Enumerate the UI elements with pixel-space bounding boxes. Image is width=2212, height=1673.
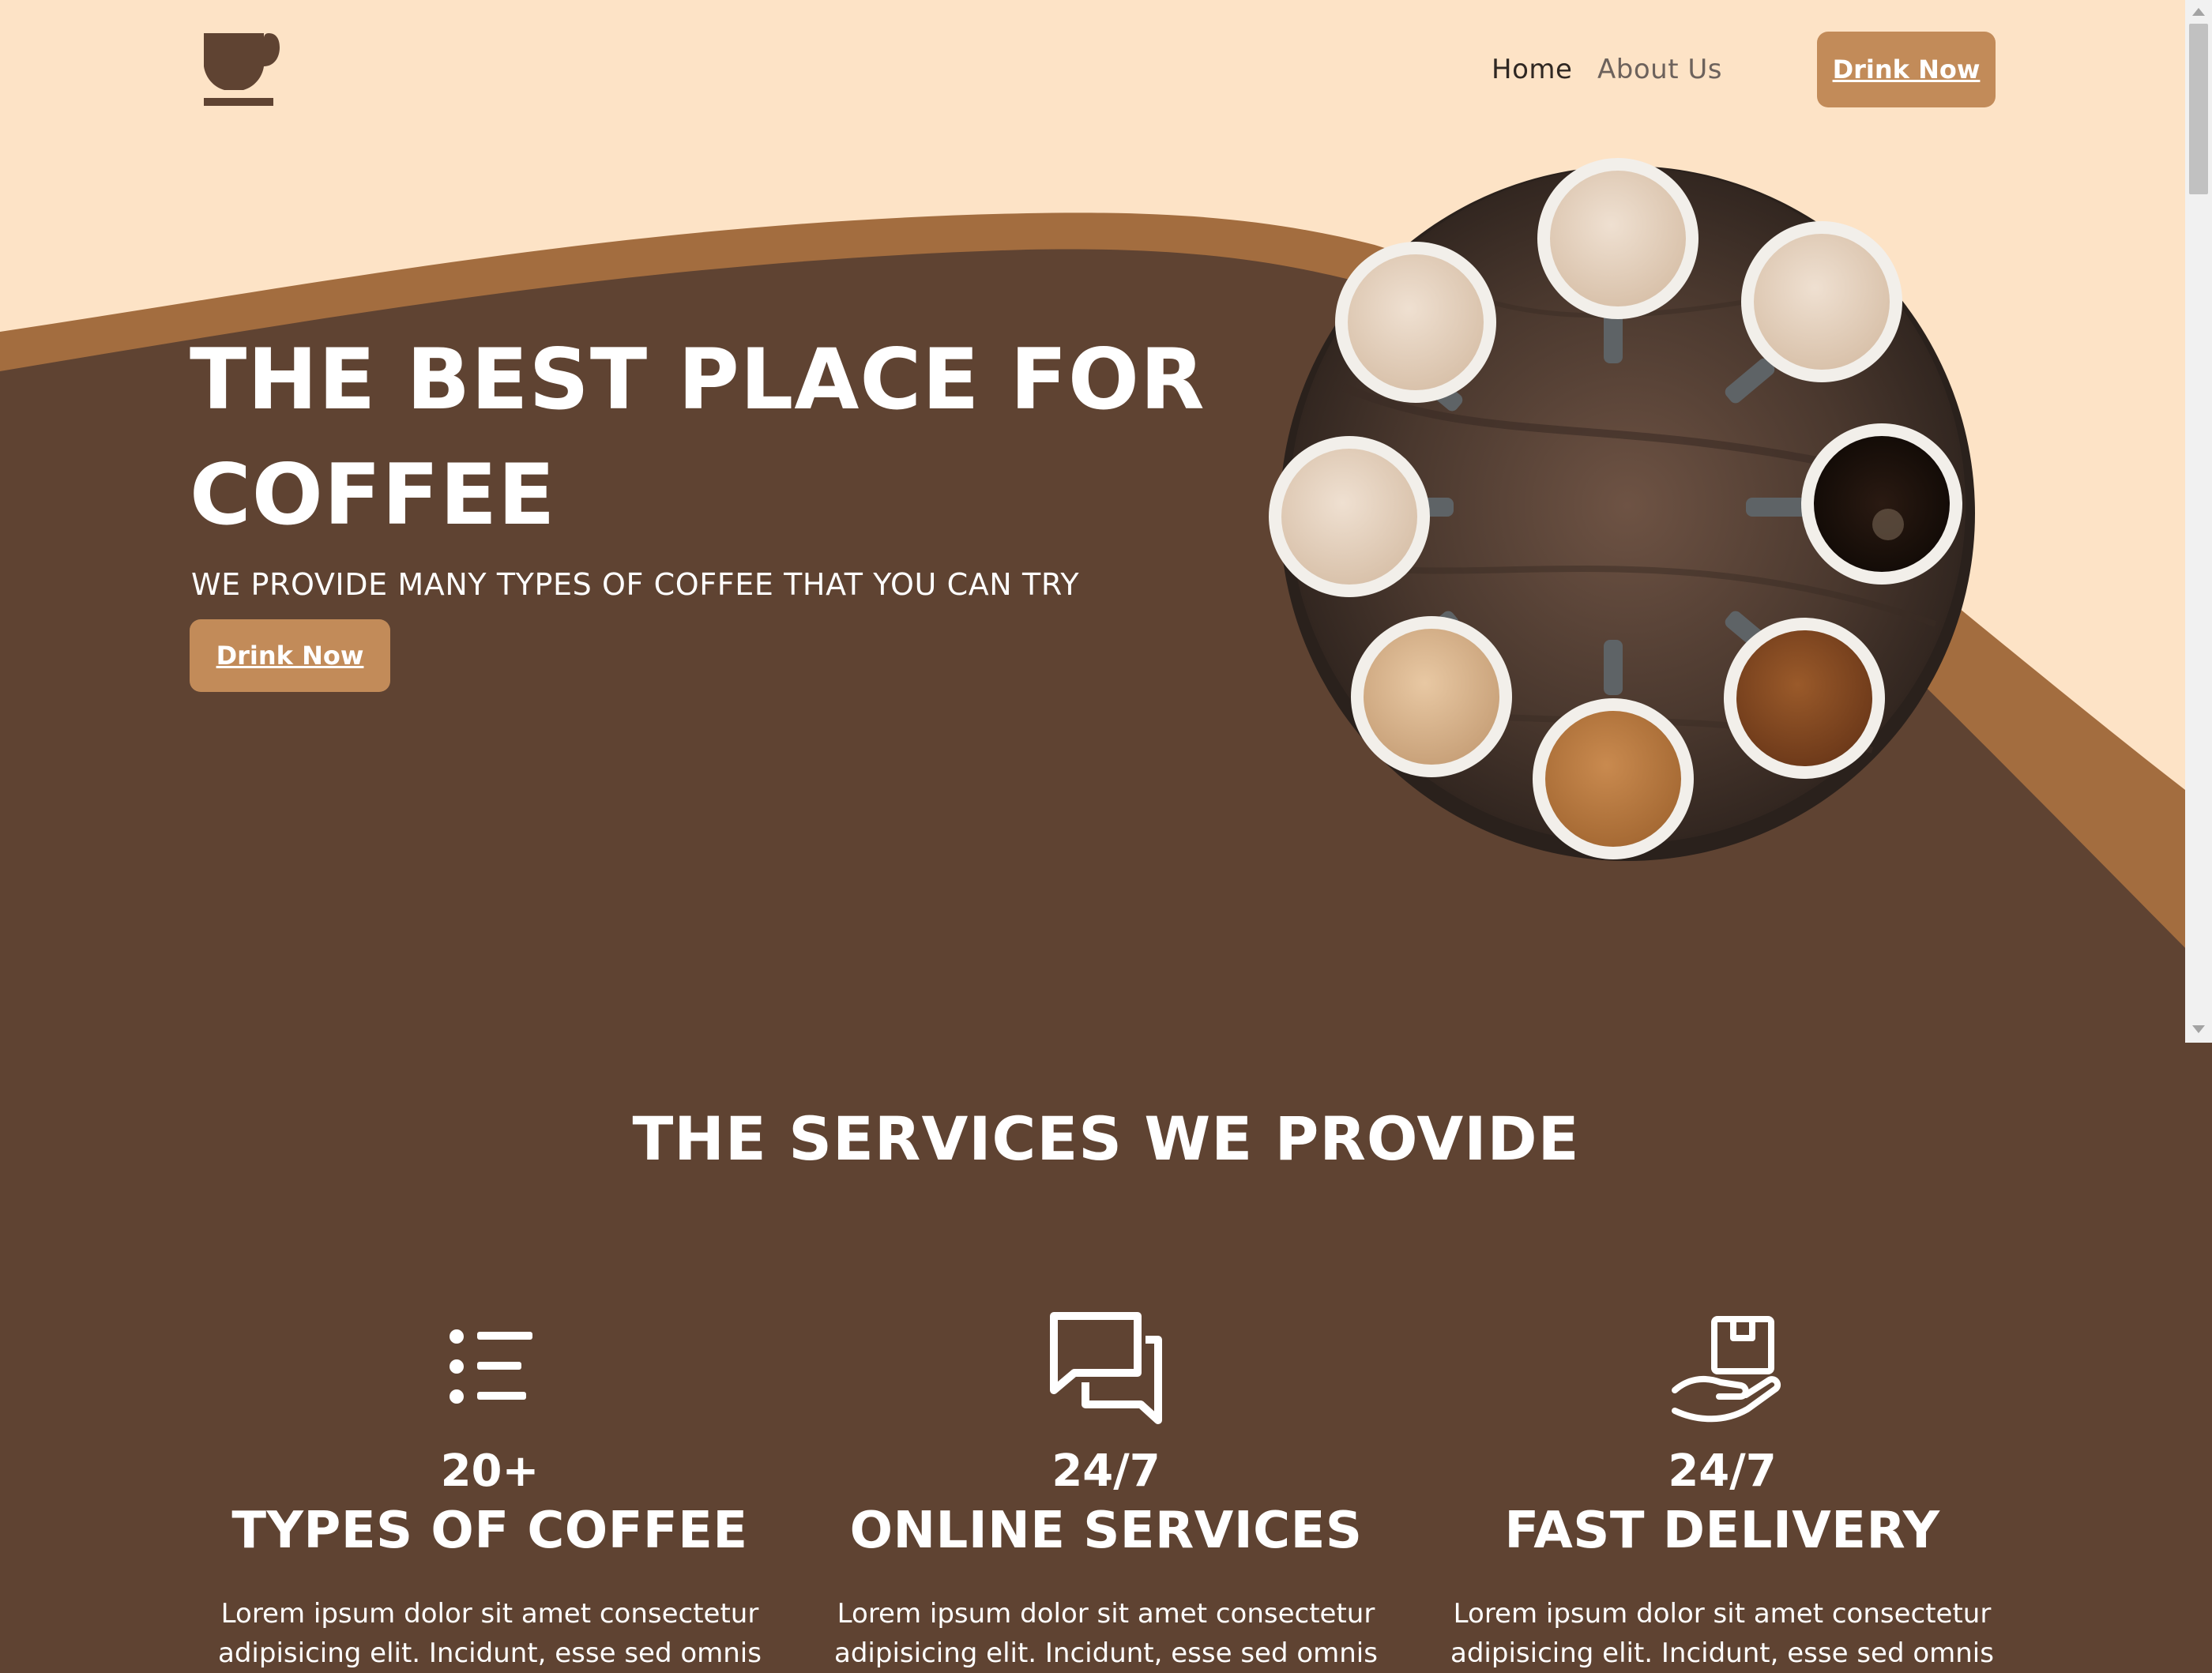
service-card-online-services: 24/7 ONLINE SERVICES Lorem ipsum dolor s… xyxy=(798,1303,1414,1669)
service-label: TYPES OF COFFEE xyxy=(231,1502,748,1560)
service-description: Lorem ipsum dolor sit amet consectetur a… xyxy=(218,1598,762,1669)
service-label: FAST DELIVERY xyxy=(1504,1502,1940,1560)
service-label: ONLINE SERVICES xyxy=(849,1502,1363,1560)
landing-page: Home About Us Drink Now THE BEST PLACE F… xyxy=(0,0,2212,1669)
navbar-drink-now-button[interactable]: Drink Now xyxy=(1817,32,1996,107)
list-icon xyxy=(450,1329,532,1404)
hero-title: THE BEST PLACE FOR COFFEE xyxy=(190,331,1206,543)
service-number: 24/7 xyxy=(1668,1446,1777,1497)
service-number: 20+ xyxy=(440,1446,540,1497)
hand-box-delivery-icon xyxy=(1672,1316,1781,1423)
service-number: 24/7 xyxy=(1051,1446,1161,1497)
hero-section: Home About Us Drink Now THE BEST PLACE F… xyxy=(0,0,2185,1043)
scroll-up-arrow-icon[interactable] xyxy=(2192,8,2205,16)
coffee-cup-logo-icon[interactable] xyxy=(202,32,281,107)
navbar: Home About Us Drink Now xyxy=(0,0,2185,142)
service-card-types-of-coffee: 20+ TYPES OF COFFEE Lorem ipsum dolor si… xyxy=(182,1303,798,1669)
service-description: Lorem ipsum dolor sit amet consectetur a… xyxy=(1450,1598,1994,1669)
scroll-down-arrow-icon[interactable] xyxy=(2192,1025,2205,1033)
page-scrollbar[interactable] xyxy=(2185,0,2212,1043)
services-title: THE SERVICES WE PROVIDE xyxy=(632,1103,1580,1174)
coffee-cups-on-table-image xyxy=(1269,158,1975,861)
nav-link-home[interactable]: Home xyxy=(1492,51,1572,88)
scrollbar-thumb[interactable] xyxy=(2189,24,2208,194)
hero-subtitle: WE PROVIDE MANY TYPES OF COFFEE THAT YOU… xyxy=(191,567,1080,602)
hero-drink-now-button[interactable]: Drink Now xyxy=(190,619,390,692)
service-card-fast-delivery: 24/7 FAST DELIVERY Lorem ipsum dolor sit… xyxy=(1414,1303,2030,1669)
nav-link-about-us[interactable]: About Us xyxy=(1597,51,1722,88)
service-description: Lorem ipsum dolor sit amet consectetur a… xyxy=(834,1598,1378,1669)
chat-icon xyxy=(1050,1312,1162,1424)
